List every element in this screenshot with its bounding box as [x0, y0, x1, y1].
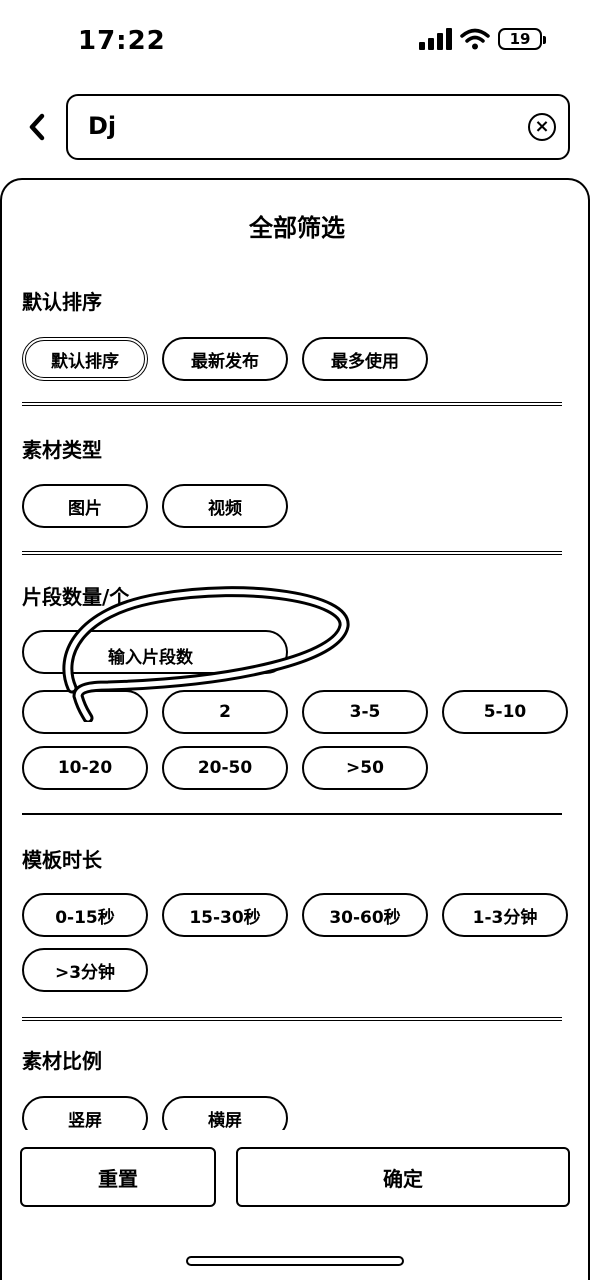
status-icons: 19	[419, 28, 546, 50]
chevron-left-icon	[29, 113, 45, 141]
clear-button[interactable]: ×	[528, 113, 556, 141]
chip-segments-20-50[interactable]: 20-50	[162, 746, 288, 790]
reset-button[interactable]: 重置	[20, 1147, 216, 1207]
segment-count-input[interactable]: 输入片段数	[22, 630, 288, 674]
search-input[interactable]: Dj ×	[66, 94, 570, 160]
divider	[22, 402, 562, 406]
battery-icon: 19	[498, 28, 546, 50]
battery-level: 19	[509, 30, 531, 48]
status-bar: 17:22 19	[0, 0, 590, 80]
chip-segments-3-5[interactable]: 3-5	[302, 690, 428, 734]
chip-duration-15-30s[interactable]: 15-30秒	[162, 893, 288, 937]
chip-sort-newest[interactable]: 最新发布	[162, 337, 288, 381]
chip-segments-over-50[interactable]: >50	[302, 746, 428, 790]
chip-ratio-landscape[interactable]: 横屏	[162, 1096, 288, 1130]
section-title-segments: 片段数量/个	[22, 585, 130, 609]
chip-duration-0-15s[interactable]: 0-15秒	[22, 893, 148, 937]
signal-icon	[419, 28, 452, 50]
divider	[22, 813, 562, 815]
wifi-icon	[460, 28, 490, 50]
section-title-ratio: 素材比例	[22, 1049, 102, 1073]
chip-duration-1-3min[interactable]: 1-3分钟	[442, 893, 568, 937]
chip-segments-1[interactable]: 1	[22, 690, 148, 734]
clear-circle-icon: ×	[534, 116, 550, 137]
section-title-type: 素材类型	[22, 438, 102, 462]
chip-duration-30-60s[interactable]: 30-60秒	[302, 893, 428, 937]
divider	[22, 551, 562, 555]
home-indicator[interactable]	[186, 1256, 404, 1266]
chip-segments-2[interactable]: 2	[162, 690, 288, 734]
chip-duration-over-3min[interactable]: >3分钟	[22, 948, 148, 992]
divider	[22, 1017, 562, 1021]
chip-segments-5-10[interactable]: 5-10	[442, 690, 568, 734]
confirm-button[interactable]: 确定	[236, 1147, 570, 1207]
chip-ratio-portrait[interactable]: 竖屏	[22, 1096, 148, 1130]
segment-count-placeholder: 输入片段数	[108, 648, 193, 668]
sheet-title: 全部筛选	[249, 214, 345, 242]
chip-sort-most-used[interactable]: 最多使用	[302, 337, 428, 381]
search-query: Dj	[88, 112, 117, 140]
back-button[interactable]	[22, 112, 52, 142]
section-title-duration: 模板时长	[22, 848, 102, 872]
chip-sort-default[interactable]: 默认排序	[22, 337, 148, 381]
ratio-options-clip: 竖屏 横屏	[0, 1090, 590, 1130]
chip-type-image[interactable]: 图片	[22, 484, 148, 528]
chip-segments-10-20[interactable]: 10-20	[22, 746, 148, 790]
section-title-sort: 默认排序	[22, 290, 102, 314]
chip-type-video[interactable]: 视频	[162, 484, 288, 528]
status-time: 17:22	[78, 26, 166, 56]
